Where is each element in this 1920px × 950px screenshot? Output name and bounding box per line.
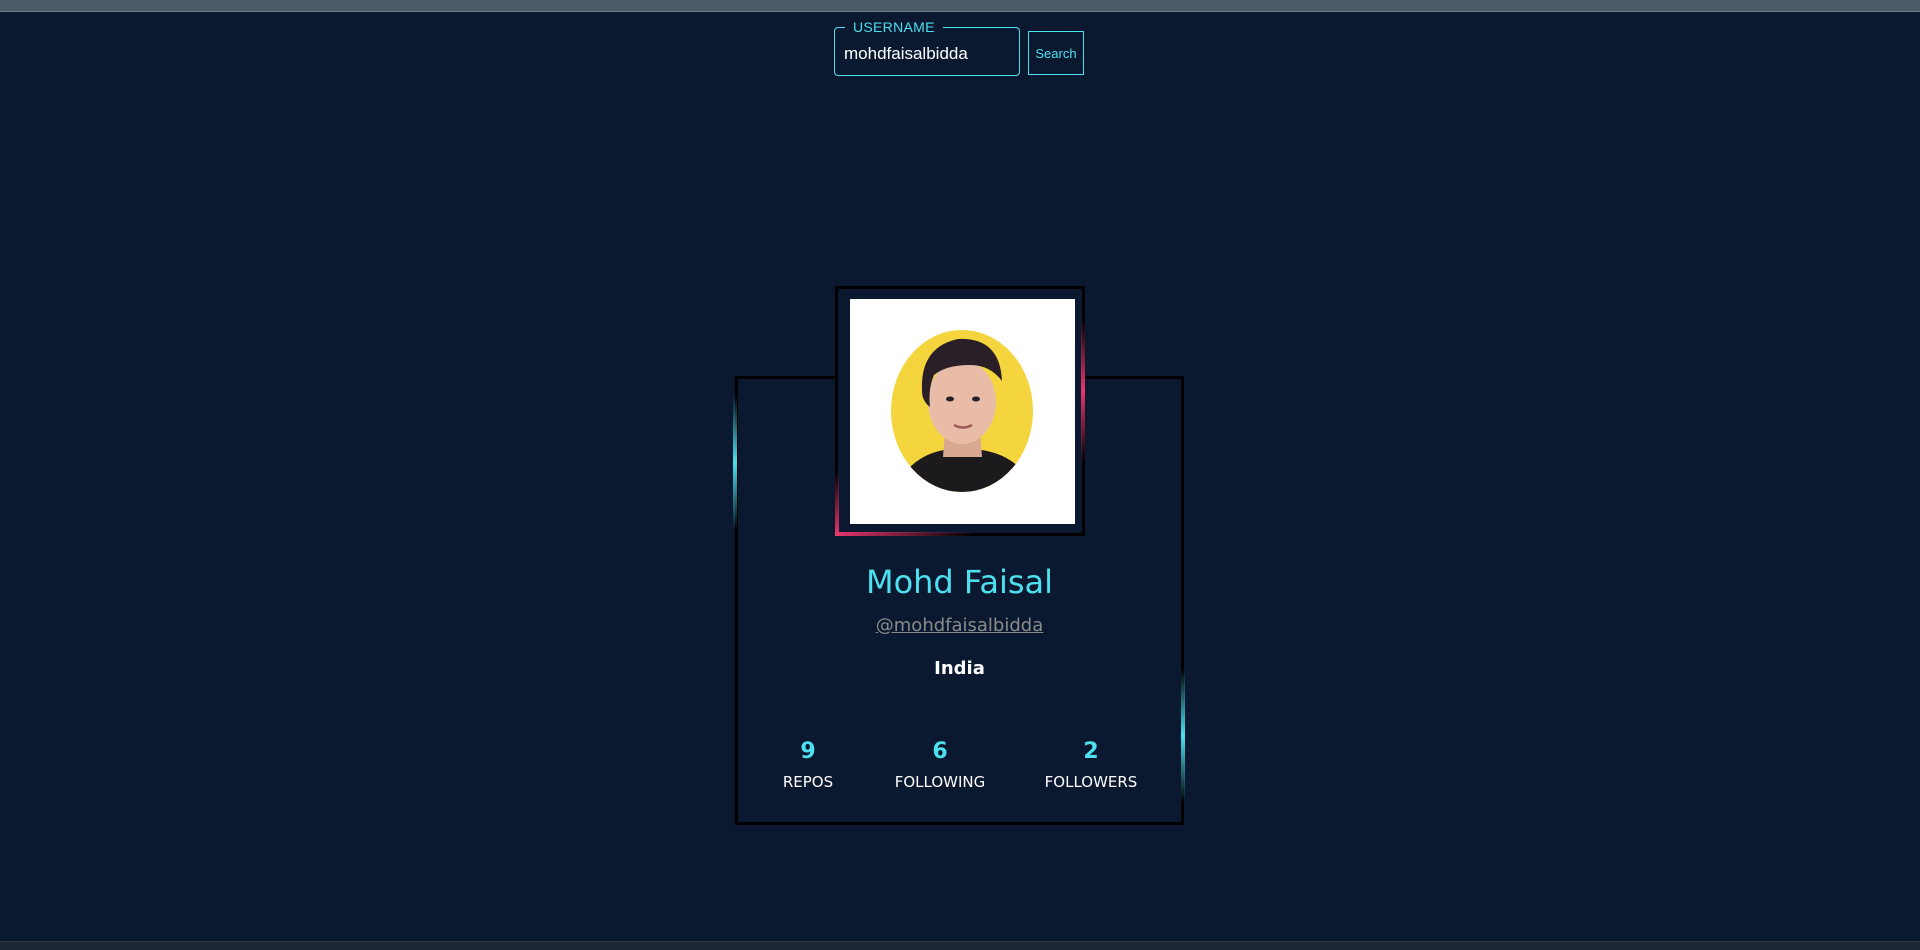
stat-followers: 2 FOLLOWERS bbox=[1031, 738, 1151, 792]
stat-followers-value: 2 bbox=[1083, 739, 1099, 764]
profile-location: India bbox=[934, 658, 985, 679]
search-button[interactable]: Search bbox=[1028, 31, 1084, 75]
stat-following: 6 FOLLOWING bbox=[880, 738, 1000, 792]
avatar-frame-glow-left bbox=[835, 470, 839, 536]
stat-repos-label: REPOS bbox=[782, 773, 834, 791]
avatar bbox=[850, 299, 1075, 524]
stat-followers-label: FOLLOWERS bbox=[1044, 773, 1138, 791]
stat-following-label: FOLLOWING bbox=[894, 773, 986, 791]
card-glow-right bbox=[1181, 668, 1185, 803]
stat-following-value: 6 bbox=[932, 739, 948, 764]
profile-handle: @mohdfaisalbidda bbox=[735, 614, 1184, 638]
profile-name: Mohd Faisal bbox=[865, 563, 1054, 601]
avatar-frame-glow-bottom bbox=[835, 532, 975, 536]
avatar-image bbox=[891, 330, 1033, 492]
avatar-frame-glow-right bbox=[1081, 318, 1085, 463]
profile-handle-link[interactable]: @mohdfaisalbidda bbox=[876, 615, 1043, 636]
stat-repos: 9 REPOS bbox=[748, 738, 868, 792]
card-glow-left bbox=[733, 395, 737, 530]
browser-top-bar bbox=[0, 0, 1920, 12]
username-legend: USERNAME bbox=[853, 19, 935, 35]
search-form: USERNAME Search bbox=[834, 20, 1086, 76]
username-input[interactable] bbox=[844, 42, 1004, 66]
stat-repos-value: 9 bbox=[800, 739, 816, 764]
